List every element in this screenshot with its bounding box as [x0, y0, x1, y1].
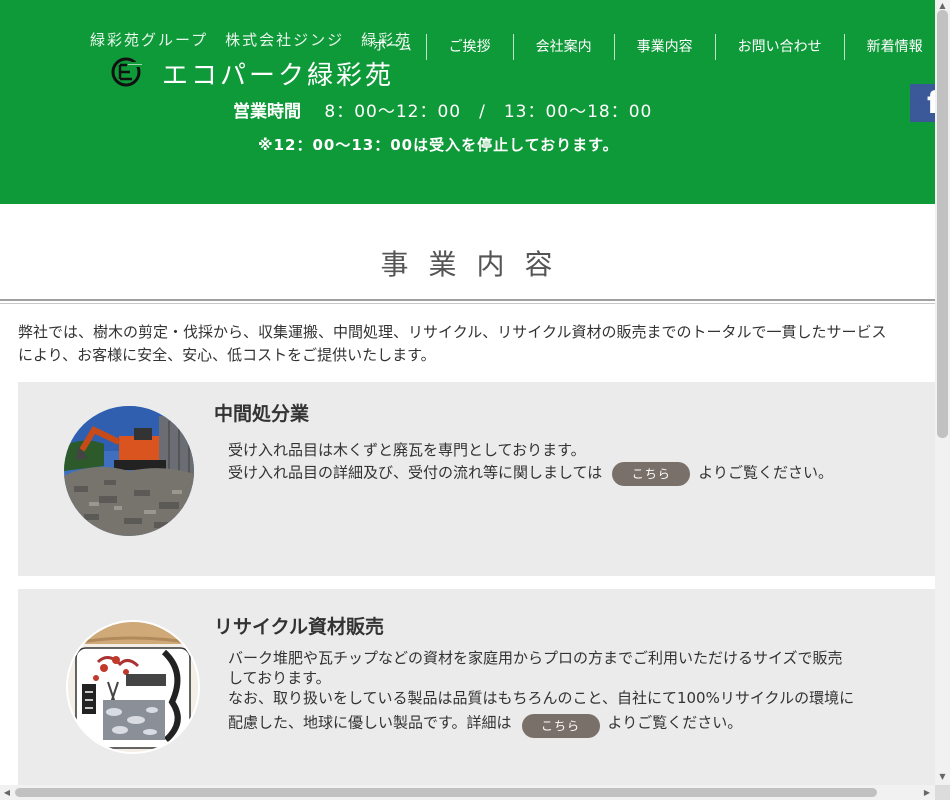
- horizontal-scroll-thumb[interactable]: [15, 788, 877, 797]
- product-bag-image-icon: [68, 622, 198, 752]
- hours-label: 営業時間: [233, 102, 301, 122]
- product-bag-photo: [66, 620, 200, 754]
- page-title: 事業内容: [380, 248, 573, 281]
- section-body: バーク堆肥や瓦チップなどの資材を家庭用からプロの方までご利用いただけるサイズで販…: [228, 648, 854, 738]
- nav-news[interactable]: 新着情報: [845, 30, 935, 64]
- company-group-name: 緑彩苑グループ 株式会社ジンジ 緑彩苑: [90, 31, 413, 49]
- horizontal-scrollbar[interactable]: ◀ ▶: [0, 785, 935, 800]
- details-button[interactable]: こちら: [521, 714, 600, 738]
- title-divider-thin: [0, 303, 935, 304]
- site-header: 緑彩苑グループ 株式会社ジンジ 緑彩苑 エコパーク緑彩苑 営業時間 8：00〜1…: [0, 0, 935, 204]
- excavator-photo: [64, 406, 194, 536]
- scrollbar-corner: [935, 785, 950, 800]
- vertical-scrollbar[interactable]: ▲ ▼: [935, 0, 950, 785]
- main-nav: ホーム ご挨拶 会社案内 事業内容 お問い合わせ 新着情報: [373, 30, 935, 64]
- section-text: 受け入れ品目の詳細及び、受付の流れ等に関しましては: [228, 463, 603, 482]
- nav-greeting[interactable]: ご挨拶: [427, 30, 513, 64]
- nav-business[interactable]: 事業内容: [615, 30, 715, 64]
- section-text-row: 配慮した、地球に優しい製品です。詳細は こちら よりご覧ください。: [228, 708, 854, 738]
- section-recycled-materials: リサイクル資材販売 バーク堆肥や瓦チップなどの資材を家庭用からプロの方までご利用…: [18, 589, 935, 785]
- scroll-left-arrow-icon[interactable]: ◀: [1, 786, 13, 799]
- section-text: バーク堆肥や瓦チップなどの資材を家庭用からプロの方までご利用いただけるサイズで販…: [228, 649, 843, 667]
- section-title: リサイクル資材販売: [214, 616, 385, 638]
- section-text: 配慮した、地球に優しい製品です。詳細は: [228, 713, 512, 732]
- eco-logo-icon[interactable]: [110, 57, 144, 87]
- details-button[interactable]: こちら: [612, 462, 691, 486]
- facebook-icon[interactable]: f: [910, 84, 935, 122]
- nav-home[interactable]: ホーム: [373, 40, 426, 54]
- section-text: よりご覧ください。: [607, 713, 743, 732]
- title-divider: [0, 299, 935, 301]
- intro-line: により、お客様に安全、安心、低コストをご提供いたします。: [18, 346, 436, 364]
- scroll-right-arrow-icon[interactable]: ▶: [921, 786, 933, 799]
- scroll-down-arrow-icon[interactable]: ▼: [935, 771, 950, 783]
- section-text: よりご覧ください。: [698, 463, 833, 482]
- brand-name[interactable]: エコパーク緑彩苑: [162, 55, 394, 92]
- section-text: しております。: [228, 669, 331, 687]
- page-viewport: 緑彩苑グループ 株式会社ジンジ 緑彩苑 エコパーク緑彩苑 営業時間 8：00〜1…: [0, 0, 935, 785]
- nav-contact[interactable]: お問い合わせ: [716, 30, 844, 64]
- excavator-image-icon: [64, 406, 194, 536]
- section-title: 中間処分業: [214, 403, 310, 425]
- section-body: 受け入れ品目は木くずと廃瓦を専門としております。 受け入れ品目の詳細及び、受付の…: [228, 440, 833, 486]
- section-intermediate-treatment: 中間処分業 受け入れ品目は木くずと廃瓦を専門としております。 受け入れ品目の詳細…: [18, 382, 935, 576]
- intro-line: 弊社では、樹木の剪定・伐採から、収集運搬、中間処理、リサイクル、リサイクル資材の…: [18, 323, 887, 341]
- intro-text: 弊社では、樹木の剪定・伐採から、収集運搬、中間処理、リサイクル、リサイクル資材の…: [18, 321, 935, 367]
- hours-text: 8：00〜12：00 / 13：00〜18：00: [324, 102, 653, 122]
- nav-company[interactable]: 会社案内: [514, 30, 614, 64]
- section-text: なお、取り扱いをしている製品は品質はもちろんのこと、自社にて100%リサイクルの…: [228, 689, 855, 707]
- section-text-row: 受け入れ品目の詳細及び、受付の流れ等に関しましては こちら よりご覧ください。: [228, 460, 833, 486]
- vertical-scroll-thumb[interactable]: [937, 10, 948, 438]
- business-hours: 営業時間 8：00〜12：00 / 13：00〜18：00: [233, 97, 652, 122]
- reception-notice: ※12：00〜13：00は受入を停止しております。: [258, 136, 619, 154]
- section-text: 受け入れ品目は木くずと廃瓦を専門としております。: [228, 441, 586, 459]
